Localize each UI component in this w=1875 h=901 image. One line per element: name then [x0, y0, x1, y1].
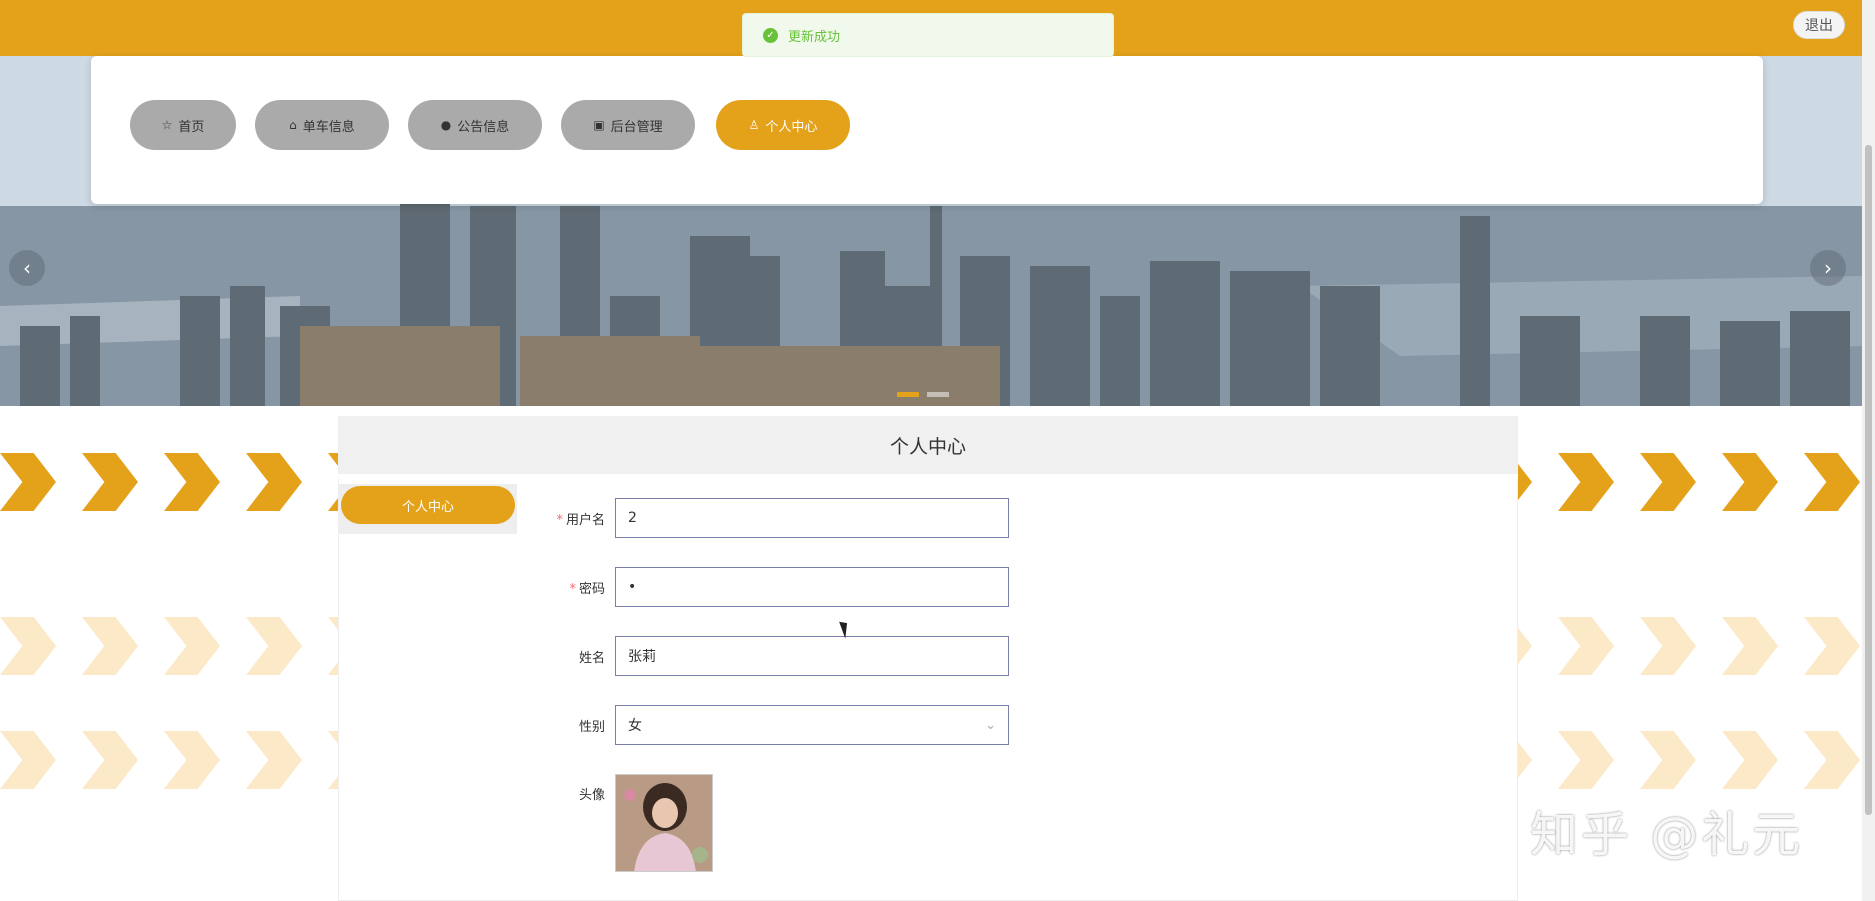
panel-title: 个人中心	[338, 416, 1518, 474]
chevron-decoration	[1558, 617, 1614, 675]
password-label: * 密码	[569, 581, 605, 597]
avatar-image[interactable]	[615, 774, 713, 872]
chevron-right-icon: ›	[1824, 256, 1832, 280]
box-icon: ▣	[593, 118, 605, 132]
chevron-decoration	[1722, 617, 1778, 675]
chevron-decoration	[1558, 453, 1614, 511]
panel-body: 个人中心 * 用户名 2 * 密码 • 姓名 张莉 性别 女 ⌄ 头像	[338, 474, 1518, 901]
nav-item-announcement[interactable]: ● 公告信息	[408, 100, 542, 150]
chevron-decoration	[246, 617, 302, 675]
nav-item-label: 公告信息	[457, 119, 510, 135]
carousel-dot[interactable]	[897, 392, 919, 397]
name-label: 姓名	[578, 650, 605, 666]
chevron-decoration	[1640, 453, 1696, 511]
bag-icon: ⌂	[289, 118, 297, 132]
chevron-decoration	[1558, 731, 1614, 789]
nav-item-label: 首页	[178, 119, 205, 135]
carousel-dot[interactable]	[927, 392, 949, 397]
chevron-decoration	[164, 453, 220, 511]
page-scrollbar[interactable]	[1862, 0, 1875, 901]
chevron-left-icon: ‹	[23, 256, 31, 280]
nav-item-personal-center[interactable]: ♙ 个人中心	[716, 100, 850, 150]
chevron-decoration	[1722, 453, 1778, 511]
username-input[interactable]: 2	[615, 498, 1009, 538]
user-icon: ♙	[748, 118, 760, 132]
nav-item-admin[interactable]: ▣ 后台管理	[561, 100, 695, 150]
username-row: * 用户名 2	[539, 498, 1009, 538]
gender-select[interactable]: 女 ⌄	[615, 705, 1009, 745]
name-input[interactable]: 张莉	[615, 636, 1009, 676]
watermark: 知乎 @礼元	[1530, 807, 1804, 863]
chevron-decoration	[1640, 731, 1696, 789]
chevron-decoration	[246, 453, 302, 511]
avatar-photo	[616, 775, 712, 871]
nav-item-label: 个人中心	[765, 119, 818, 135]
nav-item-label: 单车信息	[302, 119, 355, 135]
logout-button[interactable]: 退出	[1793, 11, 1845, 39]
chevron-decoration	[1640, 617, 1696, 675]
chevron-decoration	[1722, 731, 1778, 789]
side-menu-item-personal-center[interactable]: 个人中心	[341, 486, 515, 524]
gender-label: 性别	[578, 719, 605, 735]
star-icon: ☆	[161, 118, 173, 132]
avatar-label: 头像	[578, 788, 605, 803]
carousel-indicators	[897, 392, 949, 397]
chevron-decoration	[1804, 617, 1860, 675]
password-input[interactable]: •	[615, 567, 1009, 607]
chevron-decoration	[0, 731, 56, 789]
nav-item-bike-info[interactable]: ⌂ 单车信息	[255, 100, 389, 150]
carousel-prev-button[interactable]: ‹	[9, 250, 45, 286]
chevron-down-icon: ⌄	[985, 717, 996, 733]
side-menu: 个人中心	[339, 484, 517, 534]
nav-card: ☆ 首页 ⌂ 单车信息 ● 公告信息 ▣ 后台管理 ♙ 个人中心	[91, 56, 1763, 204]
gender-select-value: 女	[628, 718, 642, 734]
carousel-next-button[interactable]: ›	[1810, 250, 1846, 286]
personal-center-panel: 个人中心 个人中心 * 用户名 2 * 密码 • 姓名 张莉 性别 女 ⌄ 头像	[338, 416, 1518, 901]
info-icon: ●	[440, 118, 452, 132]
username-label: * 用户名	[556, 512, 605, 528]
nav-item-label: 后台管理	[610, 119, 663, 135]
chevron-decoration	[164, 731, 220, 789]
check-circle-icon: ✓	[763, 27, 778, 43]
chevron-decoration	[0, 617, 56, 675]
chevron-decoration	[82, 731, 138, 789]
scrollbar-thumb[interactable]	[1865, 145, 1872, 815]
chevron-decoration	[1804, 453, 1860, 511]
password-row: * 密码 •	[539, 567, 1009, 607]
success-toast: ✓ 更新成功	[742, 13, 1114, 57]
chevron-decoration	[1804, 731, 1860, 789]
chevron-decoration	[82, 617, 138, 675]
gender-row: 性别 女 ⌄	[539, 705, 1009, 745]
chevron-decoration	[82, 453, 138, 511]
name-row: 姓名 张莉	[539, 636, 1009, 676]
toast-message: 更新成功	[788, 29, 841, 45]
avatar-row: 头像	[539, 774, 713, 872]
chevron-decoration	[164, 617, 220, 675]
nav-item-home[interactable]: ☆ 首页	[130, 100, 236, 150]
chevron-decoration	[0, 453, 56, 511]
chevron-decoration	[246, 731, 302, 789]
